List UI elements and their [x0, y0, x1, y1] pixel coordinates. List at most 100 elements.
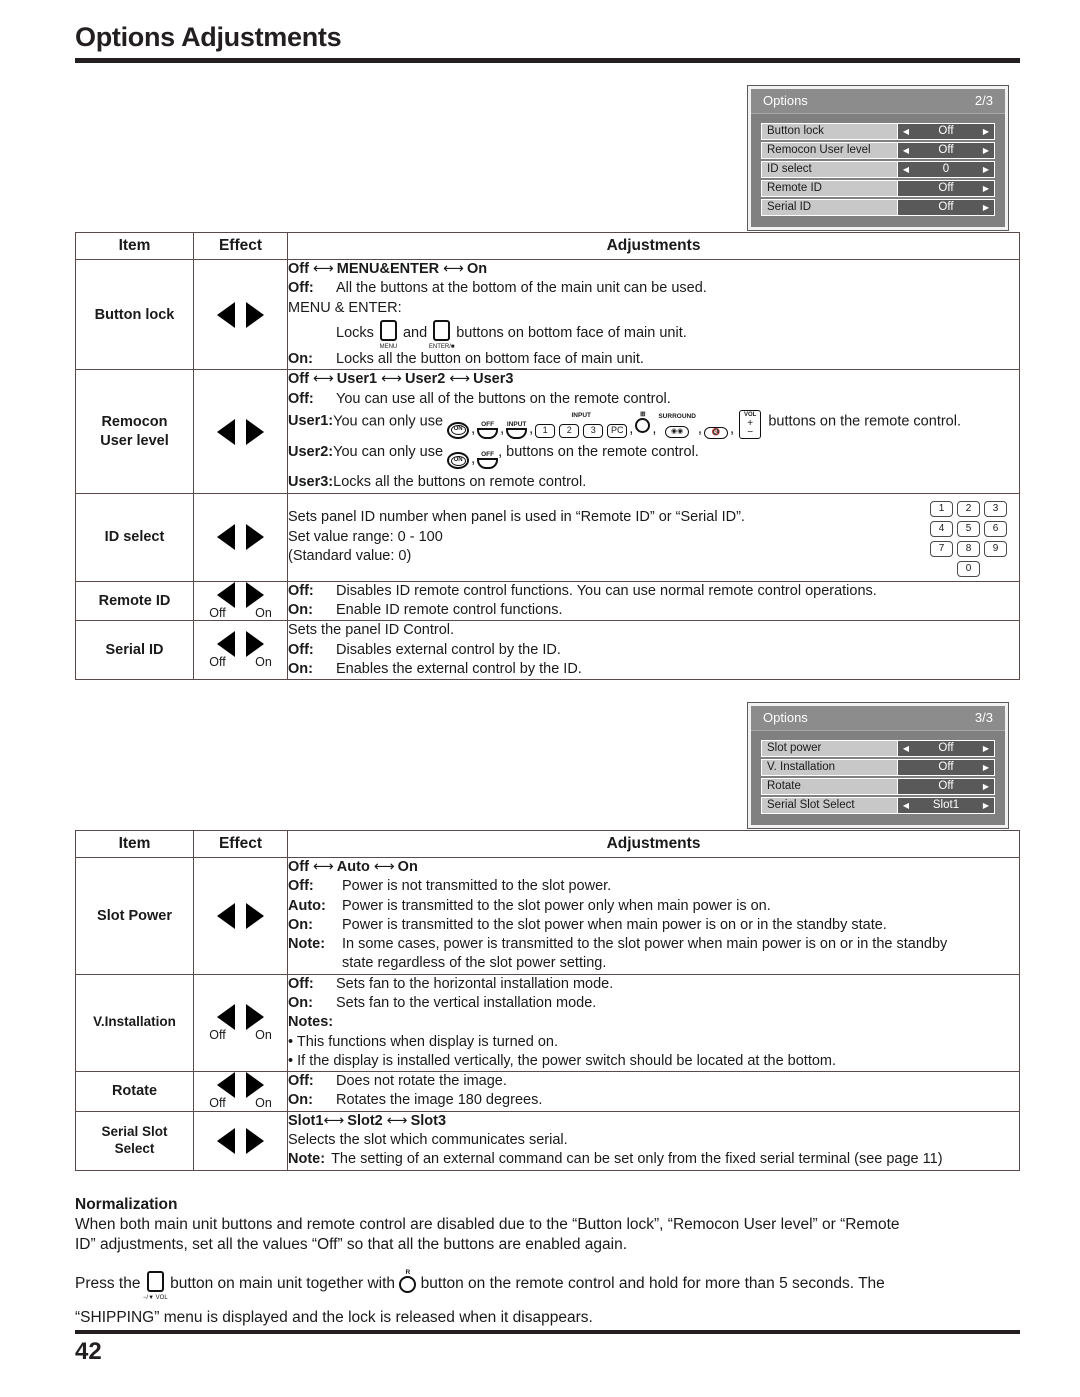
left-triangle-icon[interactable]: [217, 301, 235, 328]
chevron-right-icon[interactable]: ▶: [982, 127, 990, 136]
input-button-3-icon: 3: [583, 423, 604, 438]
right-triangle-icon[interactable]: [246, 418, 264, 445]
left-triangle-icon[interactable]: [217, 582, 235, 609]
row-item-label-line1: Serial Slot: [101, 1123, 168, 1139]
keypad-key-0: 0: [957, 560, 980, 577]
osd-label: V. Installation: [762, 760, 897, 775]
table-row-slot-power: Slot Power Off ⟷ Auto ⟷ On Off: Power is …: [75, 857, 1020, 975]
off-description-line: Off: Sets fan to the horizontal installat…: [288, 975, 1019, 994]
right-triangle-icon[interactable]: [246, 301, 264, 328]
chevron-left-icon[interactable]: ◀: [902, 127, 910, 136]
user2-prefix: You can only use: [333, 443, 444, 460]
left-triangle-icon[interactable]: [217, 524, 235, 551]
cycle-option-on: On: [466, 261, 488, 277]
left-triangle-icon[interactable]: [217, 902, 235, 929]
left-triangle-icon[interactable]: [217, 1072, 235, 1099]
osd-value-field[interactable]: ◀ Off ▶: [897, 181, 994, 196]
row-item-label: Serial ID: [75, 620, 194, 681]
osd-value-field[interactable]: ◀ Off ▶: [897, 741, 994, 756]
osd-row-button-lock[interactable]: Button lock ◀ Off ▶: [761, 123, 995, 140]
cycle-line: Off ⟷ MENU&ENTER ⟷ On: [288, 261, 488, 277]
osd-label: Remocon User level: [762, 143, 897, 158]
mute-button-icon: 🔇: [703, 426, 728, 439]
locks-buttons-line: Locks MENU and ENTER/■ buttons on bottom…: [288, 319, 1019, 350]
chevron-right-icon[interactable]: ▶: [982, 165, 990, 174]
power-on-button-icon: ON: [447, 452, 470, 470]
chevron-right-icon[interactable]: ▶: [982, 801, 990, 810]
chevron-left-icon[interactable]: ◀: [902, 801, 910, 810]
chevron-right-icon[interactable]: ▶: [982, 203, 990, 212]
remote-button-glyph-group: ON, OFF, INPUT, INPUT 1 2 3 PC , ⊞, SURR…: [447, 409, 764, 439]
numeric-keypad-icon: 1 2 3 4 5 6 7 8 9 0: [915, 500, 1007, 581]
on-label: On:: [288, 660, 313, 677]
right-arrow-label: On: [255, 1096, 272, 1111]
power-off-caption: OFF: [481, 420, 495, 428]
left-triangle-icon[interactable]: [217, 1003, 235, 1030]
osd-row-remote-id[interactable]: Remote ID ◀ Off ▶: [761, 180, 995, 197]
chevron-left-icon[interactable]: ◀: [902, 146, 910, 155]
osd-row-serial-slot-select[interactable]: Serial Slot Select ◀ Slot1 ▶: [761, 797, 995, 814]
osd-value-field[interactable]: ◀ Off ▶: [897, 124, 994, 139]
on-description-line: On: Enable ID remote control functions.: [288, 601, 1019, 620]
chevron-right-icon[interactable]: ▶: [982, 184, 990, 193]
on-label: On:: [288, 351, 313, 368]
osd-value-field[interactable]: ◀ Off ▶: [897, 779, 994, 794]
cycle-line: Slot1⟷ Slot2 ⟷ Slot3: [288, 1112, 447, 1129]
osd-row-v-installation[interactable]: V. Installation ◀ Off ▶: [761, 759, 995, 776]
table-row-serial-id: Serial ID Off On Sets the panel ID Contr…: [75, 620, 1020, 681]
cycle-option-slot2: Slot2: [347, 1112, 383, 1129]
right-triangle-icon[interactable]: [246, 1072, 264, 1099]
normalization-paragraph-1-line-1: When both main unit buttons and remote c…: [75, 1216, 900, 1233]
input-button-1-icon: 1: [535, 423, 556, 438]
cycle-line: Off ⟷ Auto ⟷ On: [288, 859, 418, 875]
right-triangle-icon[interactable]: [246, 902, 264, 929]
chevron-right-icon[interactable]: ▶: [982, 744, 990, 753]
chevron-right-icon[interactable]: ▶: [982, 782, 990, 791]
osd-value-text: Off: [938, 761, 954, 773]
right-triangle-icon[interactable]: [246, 1127, 264, 1154]
left-triangle-icon[interactable]: [217, 418, 235, 445]
osd-value-field[interactable]: ◀ 0 ▶: [897, 162, 994, 177]
osd-value-field[interactable]: ◀ Off ▶: [897, 143, 994, 158]
chevron-right-icon[interactable]: ▶: [982, 763, 990, 772]
table-row-remote-id: Remote ID Off On Off: Disables ID remote …: [75, 580, 1020, 622]
column-header-item: Item: [75, 830, 194, 858]
normalization-paragraph-1-line-2: ID” adjustments, set all the values “Off…: [75, 1236, 627, 1254]
osd-value-field[interactable]: ◀ Slot1 ▶: [897, 798, 994, 813]
right-triangle-icon[interactable]: [246, 1003, 264, 1030]
chevron-right-icon[interactable]: ▶: [982, 146, 990, 155]
osd-row-id-select[interactable]: ID select ◀ 0 ▶: [761, 161, 995, 178]
osd-value-field[interactable]: ◀ Off ▶: [897, 760, 994, 775]
osd-label: Serial ID: [762, 200, 897, 215]
note-description-line: Note: In some cases, power is transmitted…: [288, 935, 1019, 954]
row-effect-arrows: [193, 258, 288, 371]
osd-rows: Button lock ◀ Off ▶ Remocon User level ◀…: [751, 114, 1005, 216]
chevron-left-icon[interactable]: ◀: [902, 744, 910, 753]
notes-label: Notes:: [288, 1014, 334, 1031]
off-description-line: Off: Does not rotate the image.: [288, 1072, 1019, 1091]
cycle-option-auto: Auto: [336, 859, 370, 875]
osd-row-rotate[interactable]: Rotate ◀ Off ▶: [761, 778, 995, 795]
table-row-serial-slot-select: Serial Slot Select Slot1⟷ Slot2 ⟷ Slot3 …: [75, 1110, 1020, 1171]
volume-button-icon: VOL + −: [738, 409, 762, 439]
row-item-label-line1: Remocon: [101, 414, 168, 431]
row-item-label-line2: Select: [114, 1140, 155, 1156]
user3-description-line: User3:Locks all the buttons on remote co…: [288, 473, 1019, 492]
input-button-2-icon: 2: [559, 423, 580, 438]
right-triangle-icon[interactable]: [246, 524, 264, 551]
chevron-left-icon[interactable]: ◀: [902, 165, 910, 174]
right-triangle-icon[interactable]: [246, 631, 264, 658]
osd-row-slot-power[interactable]: Slot power ◀ Off ▶: [761, 740, 995, 757]
off-description-line: Off: Power is not transmitted to the slot…: [288, 877, 1019, 896]
left-triangle-icon[interactable]: [217, 631, 235, 658]
osd-row-remocon-user-level[interactable]: Remocon User level ◀ Off ▶: [761, 142, 995, 159]
left-triangle-icon[interactable]: [217, 1127, 235, 1154]
osd-value-field[interactable]: ◀ Off ▶: [897, 200, 994, 215]
osd-row-serial-id[interactable]: Serial ID ◀ Off ▶: [761, 199, 995, 216]
user2-label: User2:: [288, 443, 334, 460]
id-select-line-2: Set value range: 0 - 100: [288, 528, 443, 545]
osd-value-text: Off: [938, 144, 954, 156]
keypad-key-1: 1: [930, 500, 953, 517]
on-label: On:: [288, 916, 313, 933]
right-triangle-icon[interactable]: [246, 582, 264, 609]
